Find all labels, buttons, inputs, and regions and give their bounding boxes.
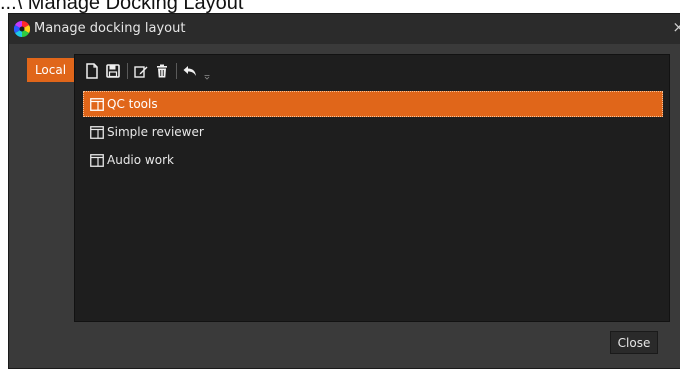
list-item[interactable]: QC tools [83, 91, 663, 117]
toolbar-separator [127, 63, 128, 79]
layout-icon [90, 97, 104, 111]
list-item[interactable]: Audio work [83, 147, 663, 173]
list-item-label: Simple reviewer [107, 125, 204, 139]
close-button[interactable]: Close [610, 331, 658, 354]
manage-docking-layout-dialog: Manage docking layout × Local QC tools S… [8, 13, 680, 369]
dialog-title: Manage docking layout [34, 21, 186, 36]
save-icon[interactable] [104, 62, 122, 80]
delete-icon[interactable] [153, 62, 171, 80]
edit-icon[interactable] [132, 62, 150, 80]
app-color-wheel-icon [13, 20, 31, 38]
list-item-label: Audio work [107, 153, 174, 167]
layout-toolbar [83, 60, 212, 82]
layout-list: QC tools Simple reviewer Audio work [83, 91, 663, 175]
list-item-label: QC tools [107, 97, 158, 111]
undo-icon[interactable] [181, 62, 199, 80]
toolbar-separator [176, 63, 177, 79]
layout-icon [90, 153, 104, 167]
dialog-body: Local QC tools Simple reviewer Audio wor… [9, 44, 680, 368]
close-icon[interactable]: × [672, 19, 680, 35]
more-chevron-icon[interactable] [202, 62, 212, 80]
dialog-titlebar[interactable]: Manage docking layout × [9, 14, 680, 44]
layout-icon [90, 125, 104, 139]
list-item[interactable]: Simple reviewer [83, 119, 663, 145]
tab-local[interactable]: Local [27, 58, 74, 82]
new-document-icon[interactable] [83, 62, 101, 80]
